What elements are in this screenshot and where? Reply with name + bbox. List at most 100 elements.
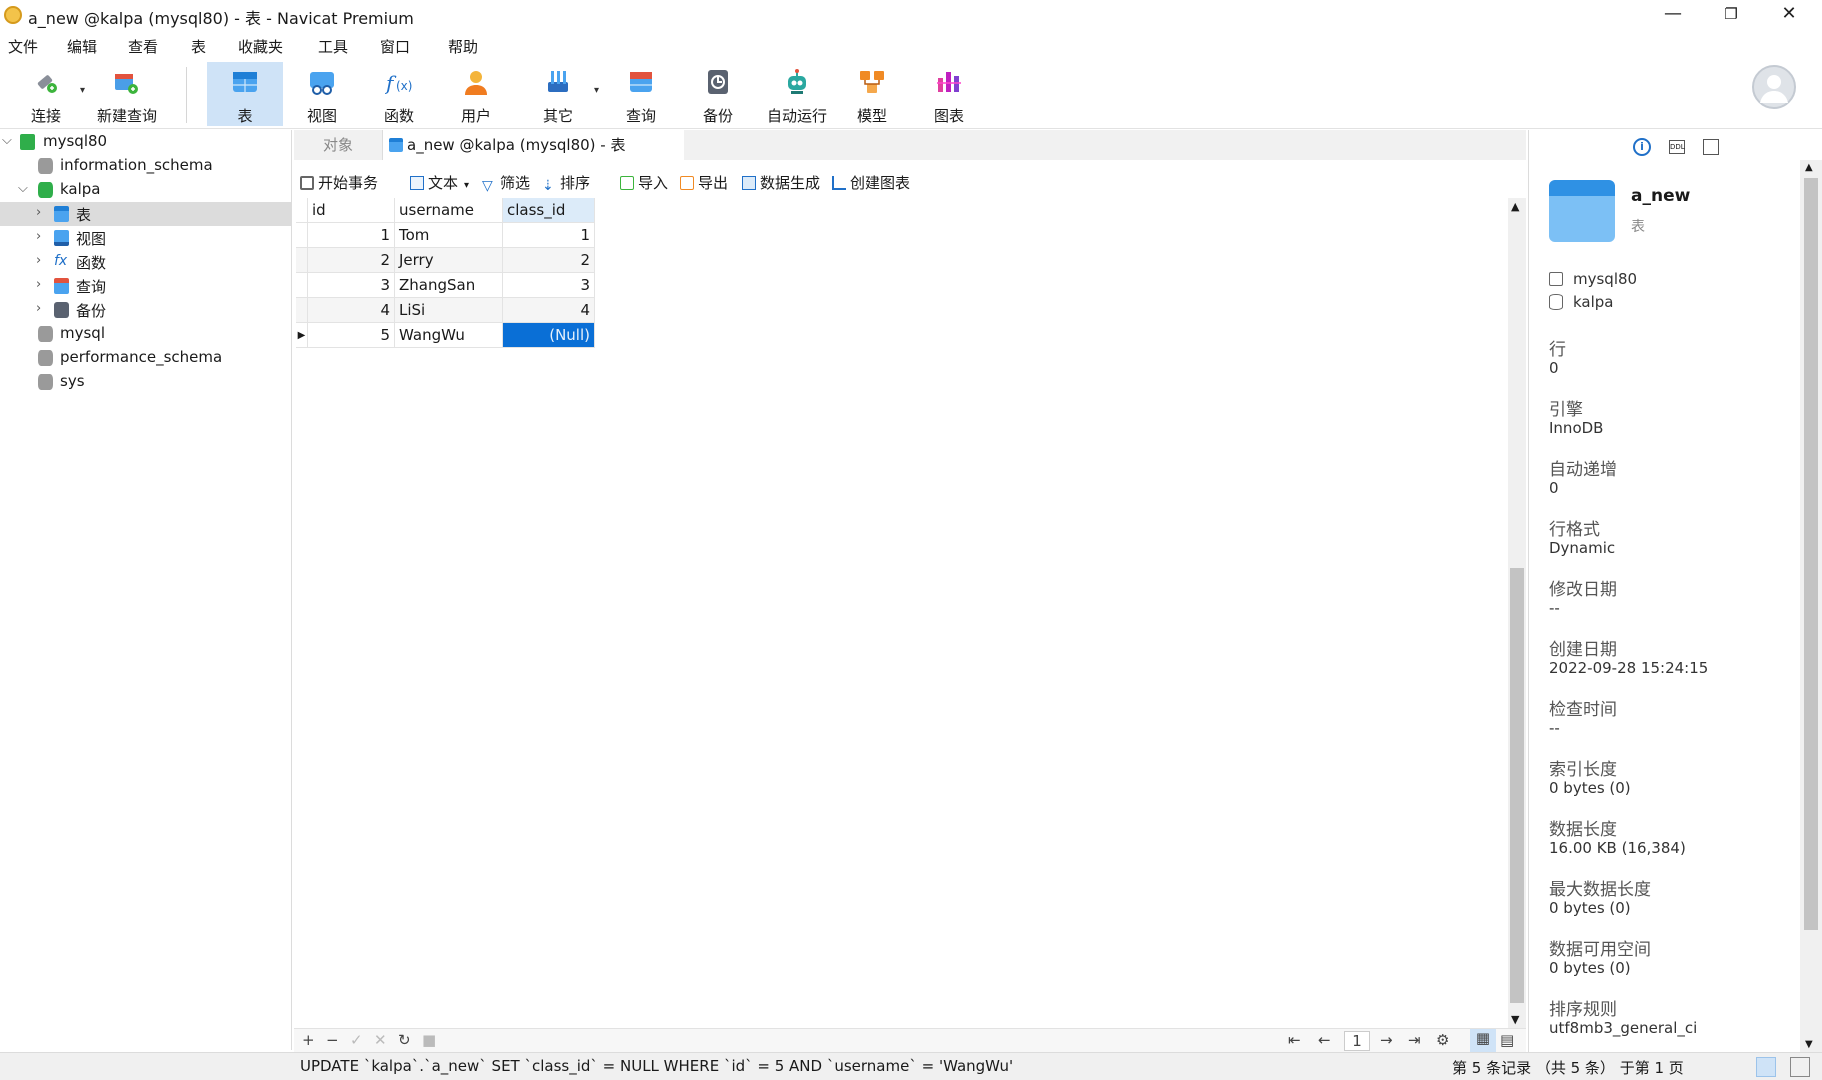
view-button[interactable]: 视图 bbox=[284, 62, 360, 126]
scroll-up-icon[interactable]: ▲ bbox=[1805, 162, 1813, 173]
restore-button[interactable]: ❐ bbox=[1702, 0, 1760, 30]
menu-help[interactable]: 帮助 bbox=[448, 36, 478, 57]
collapse-chevron-icon[interactable]: › bbox=[36, 301, 41, 316]
cell-username[interactable]: WangWu bbox=[395, 323, 503, 348]
collapse-chevron-icon[interactable]: › bbox=[36, 253, 41, 268]
cell-class-id[interactable]: 3 bbox=[503, 273, 595, 298]
scroll-up-icon[interactable]: ▲ bbox=[1511, 200, 1519, 213]
grid-view-icon[interactable]: ▦ bbox=[1470, 1029, 1496, 1052]
cell-id[interactable]: 3 bbox=[308, 273, 395, 298]
refresh-icon[interactable]: ↻ bbox=[398, 1031, 411, 1049]
chart-button[interactable]: 图表 bbox=[911, 62, 987, 126]
menu-tools[interactable]: 工具 bbox=[318, 36, 348, 57]
row-marker[interactable] bbox=[296, 223, 308, 248]
query-button[interactable]: 查询 bbox=[603, 62, 679, 126]
menu-view[interactable]: 查看 bbox=[128, 36, 158, 57]
tree-db-performance-schema[interactable]: performance_schema bbox=[0, 346, 292, 370]
menu-edit[interactable]: 编辑 bbox=[67, 36, 97, 57]
delete-record-icon[interactable]: − bbox=[326, 1031, 339, 1049]
apply-changes-icon[interactable]: ✓ bbox=[350, 1031, 363, 1049]
export-button[interactable]: 导出 bbox=[680, 172, 728, 193]
scroll-down-icon[interactable]: ▼ bbox=[1805, 1039, 1813, 1050]
collapse-chevron-icon[interactable]: › bbox=[36, 277, 41, 292]
column-header-username[interactable]: username bbox=[395, 198, 503, 223]
other-dropdown-icon[interactable]: ▾ bbox=[594, 85, 599, 96]
cell-id[interactable]: 1 bbox=[308, 223, 395, 248]
tree-db-information-schema[interactable]: information_schema bbox=[0, 154, 292, 178]
row-marker[interactable] bbox=[296, 248, 308, 273]
expand-chevron-icon[interactable]: ⌵ bbox=[18, 181, 28, 196]
add-record-icon[interactable]: + bbox=[302, 1031, 315, 1049]
current-row-arrow-icon[interactable]: ▶ bbox=[296, 323, 308, 348]
previous-page-icon[interactable]: ← bbox=[1318, 1031, 1331, 1049]
column-header-id[interactable]: id bbox=[308, 198, 395, 223]
row-marker[interactable] bbox=[296, 273, 308, 298]
create-chart-button[interactable]: 创建图表 bbox=[832, 172, 910, 193]
tree-item-functions[interactable]: › fx 函数 bbox=[0, 250, 292, 274]
cell-username[interactable]: ZhangSan bbox=[395, 273, 503, 298]
ddl-tab-icon[interactable]: DDL bbox=[1669, 140, 1685, 154]
cell-username[interactable]: Jerry bbox=[395, 248, 503, 273]
collapse-chevron-icon[interactable]: › bbox=[36, 229, 41, 244]
settings-gear-icon[interactable]: ⚙ bbox=[1436, 1031, 1449, 1049]
text-view-button[interactable]: 文本 ▾ bbox=[410, 172, 469, 193]
last-page-icon[interactable]: ⇥ bbox=[1408, 1031, 1421, 1049]
account-avatar[interactable] bbox=[1752, 65, 1796, 109]
cell-username[interactable]: Tom bbox=[395, 223, 503, 248]
scrollbar-thumb[interactable] bbox=[1804, 178, 1818, 930]
begin-transaction-button[interactable]: 开始事务 bbox=[300, 172, 378, 193]
info-tab-icon[interactable]: i bbox=[1633, 138, 1651, 156]
minimize-button[interactable]: — bbox=[1644, 0, 1702, 30]
menu-window[interactable]: 窗口 bbox=[380, 36, 410, 57]
preview-tab-icon[interactable] bbox=[1703, 139, 1719, 155]
cell-class-id[interactable]: 2 bbox=[503, 248, 595, 273]
cell-class-id-selected[interactable]: (Null) bbox=[503, 323, 595, 348]
filter-button[interactable]: ▽ 筛选 bbox=[482, 172, 530, 193]
tree-connection-mysql80[interactable]: ⌵ mysql80 bbox=[0, 130, 292, 154]
function-button[interactable]: f (x) 函数 bbox=[361, 62, 437, 126]
layout-split-icon[interactable] bbox=[1756, 1057, 1776, 1077]
tree-db-mysql[interactable]: mysql bbox=[0, 322, 292, 346]
tree-db-sys[interactable]: sys bbox=[0, 370, 292, 394]
tree-item-queries[interactable]: › 查询 bbox=[0, 274, 292, 298]
discard-changes-icon[interactable]: ✕ bbox=[374, 1031, 387, 1049]
first-page-icon[interactable]: ⇤ bbox=[1288, 1031, 1301, 1049]
scroll-down-icon[interactable]: ▼ bbox=[1511, 1013, 1519, 1026]
cell-id[interactable]: 5 bbox=[308, 323, 395, 348]
tree-item-backups[interactable]: › 备份 bbox=[0, 298, 292, 322]
user-button[interactable]: 用户 bbox=[438, 62, 514, 126]
collapse-chevron-icon[interactable]: › bbox=[36, 205, 41, 220]
cell-class-id[interactable]: 1 bbox=[503, 223, 595, 248]
text-dropdown-icon[interactable]: ▾ bbox=[464, 180, 469, 191]
layout-panel-icon[interactable] bbox=[1790, 1057, 1810, 1077]
table-button[interactable]: 表 bbox=[207, 62, 283, 126]
menu-file[interactable]: 文件 bbox=[8, 36, 38, 57]
cell-id[interactable]: 4 bbox=[308, 298, 395, 323]
close-button[interactable]: ✕ bbox=[1760, 0, 1818, 30]
import-button[interactable]: 导入 bbox=[620, 172, 668, 193]
new-query-button[interactable]: 新建查询 bbox=[88, 62, 166, 126]
auto-run-button[interactable]: 自动运行 bbox=[757, 62, 837, 126]
page-number-input[interactable]: 1 bbox=[1344, 1031, 1370, 1051]
menu-favorites[interactable]: 收藏夹 bbox=[238, 36, 283, 57]
grid-vertical-scrollbar[interactable]: ▲ ▼ bbox=[1508, 198, 1526, 1028]
model-button[interactable]: 模型 bbox=[834, 62, 910, 126]
cell-id[interactable]: 2 bbox=[308, 248, 395, 273]
info-panel-scrollbar[interactable]: ▲ ▼ bbox=[1800, 160, 1822, 1052]
tab-table-a-new[interactable]: a_new @kalpa (mysql80) - 表 bbox=[382, 130, 684, 160]
stop-icon[interactable]: ■ bbox=[422, 1031, 436, 1049]
other-button[interactable]: 其它 bbox=[520, 62, 596, 126]
form-view-icon[interactable]: ▤ bbox=[1500, 1031, 1514, 1049]
row-marker[interactable] bbox=[296, 298, 308, 323]
sort-button[interactable]: ⇣ 排序 bbox=[542, 172, 590, 193]
connect-button[interactable]: 连接 bbox=[8, 62, 84, 126]
cell-username[interactable]: LiSi bbox=[395, 298, 503, 323]
data-generation-button[interactable]: 数据生成 bbox=[742, 172, 820, 193]
tree-item-tables[interactable]: › 表 bbox=[0, 202, 292, 226]
tree-item-views[interactable]: › 视图 bbox=[0, 226, 292, 250]
tree-db-kalpa[interactable]: ⌵ kalpa bbox=[0, 178, 292, 202]
backup-button[interactable]: 备份 bbox=[680, 62, 756, 126]
connect-dropdown-icon[interactable]: ▾ bbox=[80, 85, 85, 96]
next-page-icon[interactable]: → bbox=[1380, 1031, 1393, 1049]
tab-objects[interactable]: 对象 bbox=[294, 130, 382, 160]
